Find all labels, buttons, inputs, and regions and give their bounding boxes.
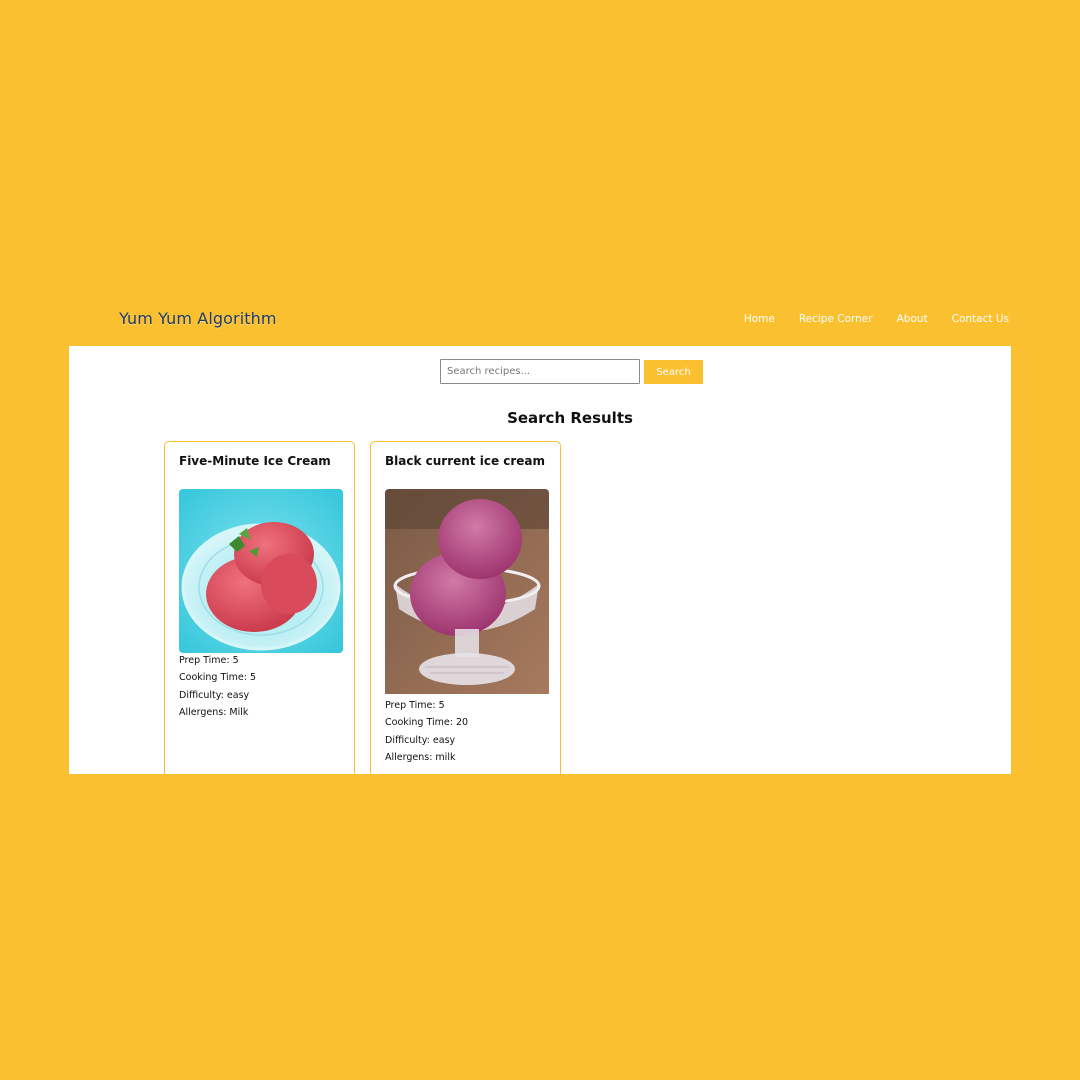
- ice-cream-photo[interactable]: [179, 489, 343, 653]
- results-title: Search Results: [507, 409, 633, 427]
- difficulty: Difficulty: easy: [385, 734, 456, 746]
- ice-cream-photo[interactable]: [385, 489, 549, 694]
- recipe-card[interactable]: Black current ice cream Prep Time: 5 Coo…: [370, 441, 561, 774]
- allergens: Allergens: milk: [385, 751, 456, 763]
- main-panel: Search Search Results Five-Minute Ice Cr…: [69, 346, 1011, 774]
- prep-time: Prep Time: 5: [385, 700, 445, 711]
- navbar: Yum Yum Algorithm Home Recipe Corner Abo…: [0, 300, 1080, 340]
- nav-home-link[interactable]: Home: [744, 313, 775, 325]
- recipe-title[interactable]: Five-Minute Ice Cream: [179, 454, 331, 468]
- cooking-time: Cooking Time: 20: [385, 717, 469, 729]
- recipe-title[interactable]: Black current ice cream: [385, 454, 545, 468]
- search-bar: Search: [440, 359, 703, 384]
- brand-logo[interactable]: Yum Yum Algorithm: [119, 309, 277, 328]
- nav-links: Home Recipe Corner About Contact Us: [744, 313, 1009, 325]
- search-button[interactable]: Search: [644, 360, 703, 384]
- recipe-card[interactable]: Five-Minute Ice Cream Prep Time: 5 Cooki…: [164, 441, 355, 774]
- recipe-meta: Prep Time: 5 Cooking Time: 20 Difficulty…: [385, 697, 468, 766]
- allergens: Allergens: Milk: [179, 706, 249, 718]
- nav-recipe-corner-link[interactable]: Recipe Corner: [799, 313, 873, 325]
- search-input[interactable]: [440, 359, 640, 384]
- nav-contact-link[interactable]: Contact Us: [952, 313, 1009, 325]
- recipe-meta: Prep Time: 5 Cooking Time: 5 Difficulty:…: [179, 652, 256, 721]
- difficulty: Difficulty: easy: [179, 689, 250, 701]
- nav-about-link[interactable]: About: [897, 313, 928, 325]
- prep-time: Prep Time: 5: [179, 655, 239, 666]
- cooking-time: Cooking Time: 5: [179, 672, 256, 684]
